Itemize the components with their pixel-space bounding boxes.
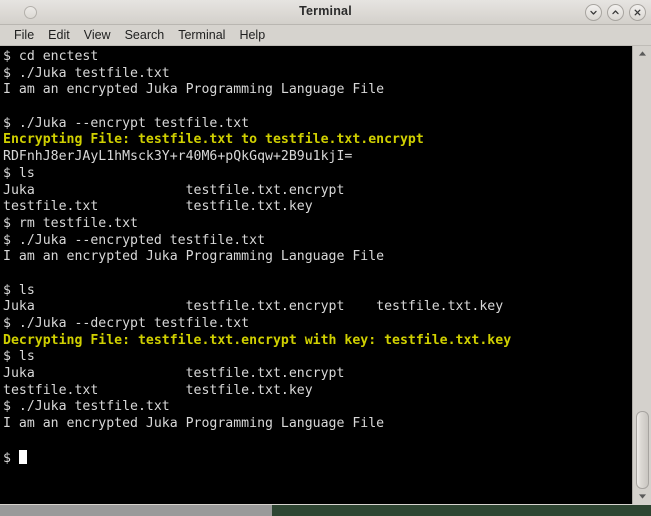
terminal-line: testfile.txt testfile.txt.key [3, 199, 313, 215]
terminal-line: $ rm testfile.txt [3, 215, 138, 231]
terminal-area: $ cd enctest $ ./Juka testfile.txt I am an… [0, 46, 651, 504]
terminal-line: $ ./Juka --encrypted testfile.txt [3, 232, 266, 248]
desktop-taskbar-strip [0, 505, 272, 516]
scroll-up-button[interactable] [633, 46, 651, 61]
terminal-line: $ ls [3, 349, 35, 365]
menu-item-terminal[interactable]: Terminal [171, 26, 232, 44]
terminal-scrollbar[interactable] [632, 46, 651, 504]
terminal-line: Decrypting File: testfile.txt.encrypt wi… [3, 332, 512, 348]
terminal-line: Juka testfile.txt.encrypt testfile.txt.k… [3, 299, 504, 315]
menu-item-view[interactable]: View [77, 26, 118, 44]
minimize-button[interactable] [585, 4, 602, 21]
terminal-line: I am an encrypted Juka Programming Langu… [3, 82, 385, 98]
terminal-line: $ ./Juka --decrypt testfile.txt [3, 316, 250, 331]
window-title: Terminal [299, 4, 352, 18]
terminal-line: Juka testfile.txt.encrypt [3, 182, 345, 198]
chevron-down-icon [590, 10, 597, 15]
terminal-line: $ ls [3, 282, 35, 298]
terminal-line: I am an encrypted Juka Programming Langu… [3, 249, 385, 265]
terminal-line: RDFnhJ8erJAyL1hMsck3Y+r40M6+pQkGqw+2B9u1… [3, 149, 353, 165]
close-icon [634, 9, 641, 16]
terminal-cursor [18, 449, 27, 464]
triangle-down-icon [638, 494, 646, 499]
terminal-line: Encrypting File: testfile.txt to testfil… [3, 132, 424, 148]
menu-item-edit[interactable]: Edit [41, 26, 77, 44]
terminal-line: $ cd enctest [3, 49, 99, 64]
window-controls [585, 4, 646, 21]
terminal-window: Terminal File Edit View Search Terminal … [0, 0, 651, 505]
scrollbar-thumb[interactable] [636, 411, 649, 489]
window-titlebar[interactable]: Terminal [0, 0, 651, 25]
menu-bar: File Edit View Search Terminal Help [0, 25, 651, 46]
terminal-line: $ ./Juka testfile.txt [3, 65, 170, 81]
terminal-prompt: $ [3, 450, 19, 466]
scroll-down-button[interactable] [633, 489, 651, 504]
close-button[interactable] [629, 4, 646, 21]
menu-item-search[interactable]: Search [118, 26, 172, 44]
maximize-button[interactable] [607, 4, 624, 21]
terminal-line: testfile.txt testfile.txt.key [3, 382, 313, 398]
chevron-up-icon [612, 10, 619, 15]
terminal-output[interactable]: $ cd enctest $ ./Juka testfile.txt I am an… [0, 46, 632, 504]
terminal-line: $ ./Juka testfile.txt [3, 399, 170, 415]
menu-item-help[interactable]: Help [232, 26, 272, 44]
terminal-line: $ ./Juka --encrypt testfile.txt [3, 115, 250, 131]
terminal-line: $ ls [3, 165, 35, 181]
terminal-line: Juka testfile.txt.encrypt [3, 366, 345, 382]
terminal-line: $ [3, 449, 632, 467]
triangle-up-icon [638, 51, 646, 56]
menu-item-file[interactable]: File [7, 26, 41, 44]
terminal-line: I am an encrypted Juka Programming Langu… [3, 416, 385, 432]
